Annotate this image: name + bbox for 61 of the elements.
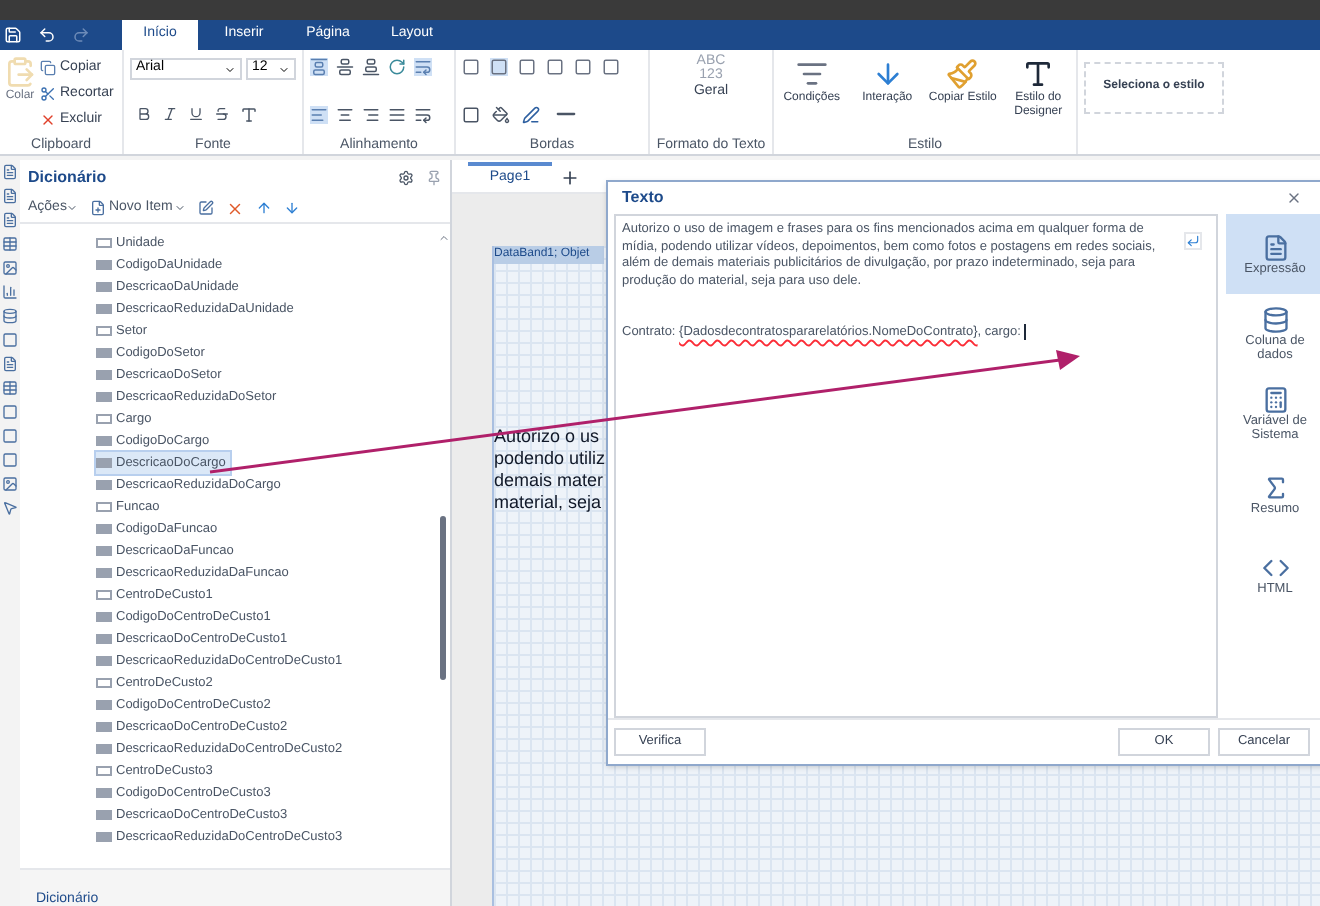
align-top-icon[interactable] xyxy=(310,58,328,76)
number-field-icon xyxy=(96,238,112,248)
tool-icon[interactable] xyxy=(2,260,18,276)
underline-icon[interactable] xyxy=(188,106,204,122)
settings-icon[interactable] xyxy=(398,169,414,185)
tool-icon[interactable] xyxy=(2,332,18,348)
align-middle-icon[interactable] xyxy=(336,58,354,76)
number-field-icon xyxy=(96,766,112,776)
align-right-icon[interactable] xyxy=(362,105,380,123)
tool-icon[interactable] xyxy=(2,356,18,372)
tool-icon[interactable] xyxy=(2,308,18,324)
move-up-icon[interactable] xyxy=(256,200,273,216)
tool-icon[interactable] xyxy=(2,236,18,252)
pin-icon[interactable] xyxy=(426,169,442,185)
number-field-icon xyxy=(96,326,112,336)
number-field-icon xyxy=(96,502,112,512)
save-icon[interactable] xyxy=(4,26,22,44)
italic-icon[interactable] xyxy=(162,106,178,122)
close-icon[interactable] xyxy=(1286,190,1302,207)
strikethrough-icon[interactable] xyxy=(214,106,230,122)
tool-icon[interactable] xyxy=(2,284,18,300)
delete-icon[interactable] xyxy=(226,199,245,217)
tool-icon[interactable] xyxy=(2,212,18,228)
undo-icon[interactable] xyxy=(38,26,56,44)
pen-icon[interactable] xyxy=(522,105,540,123)
caret-icon xyxy=(66,202,79,214)
caret-icon xyxy=(174,202,187,214)
move-down-icon[interactable] xyxy=(284,200,301,216)
tool-icon[interactable] xyxy=(2,380,18,396)
bold-icon[interactable] xyxy=(136,106,152,122)
expression-editor[interactable] xyxy=(614,214,1218,719)
tool-icon[interactable] xyxy=(2,188,18,204)
scissors-icon xyxy=(40,86,56,102)
number-field-icon xyxy=(96,414,112,424)
align-justify-icon[interactable] xyxy=(388,105,406,123)
caret-icon xyxy=(224,63,236,75)
rotate-icon[interactable] xyxy=(388,58,406,76)
tool-icon[interactable] xyxy=(2,164,18,180)
align-bottom-icon[interactable] xyxy=(362,58,380,76)
border-icon[interactable] xyxy=(462,105,480,123)
edit-icon[interactable] xyxy=(198,200,215,216)
insert-icon[interactable] xyxy=(1184,232,1202,251)
number-field-icon xyxy=(96,590,112,600)
tool-icon[interactable] xyxy=(2,476,18,492)
filter-list-icon[interactable] xyxy=(795,58,828,90)
align-left-icon[interactable] xyxy=(310,105,328,123)
delete-icon xyxy=(40,112,56,128)
caret-icon xyxy=(278,63,290,75)
wrap-text-icon[interactable] xyxy=(414,58,432,76)
plus-icon[interactable] xyxy=(560,168,580,188)
number-field-icon xyxy=(96,678,112,688)
tool-icon[interactable] xyxy=(2,500,18,516)
redo-icon[interactable] xyxy=(72,26,90,44)
dialog-title: Texto xyxy=(622,186,664,211)
clipboard-icon xyxy=(4,56,36,88)
align-center-icon[interactable] xyxy=(336,105,354,123)
paint-bucket-icon[interactable] xyxy=(492,105,510,123)
new-file-icon xyxy=(90,200,107,216)
panel-title: Dicionário xyxy=(28,165,107,189)
scroll-up-icon xyxy=(437,232,449,244)
copy-icon xyxy=(40,60,56,76)
